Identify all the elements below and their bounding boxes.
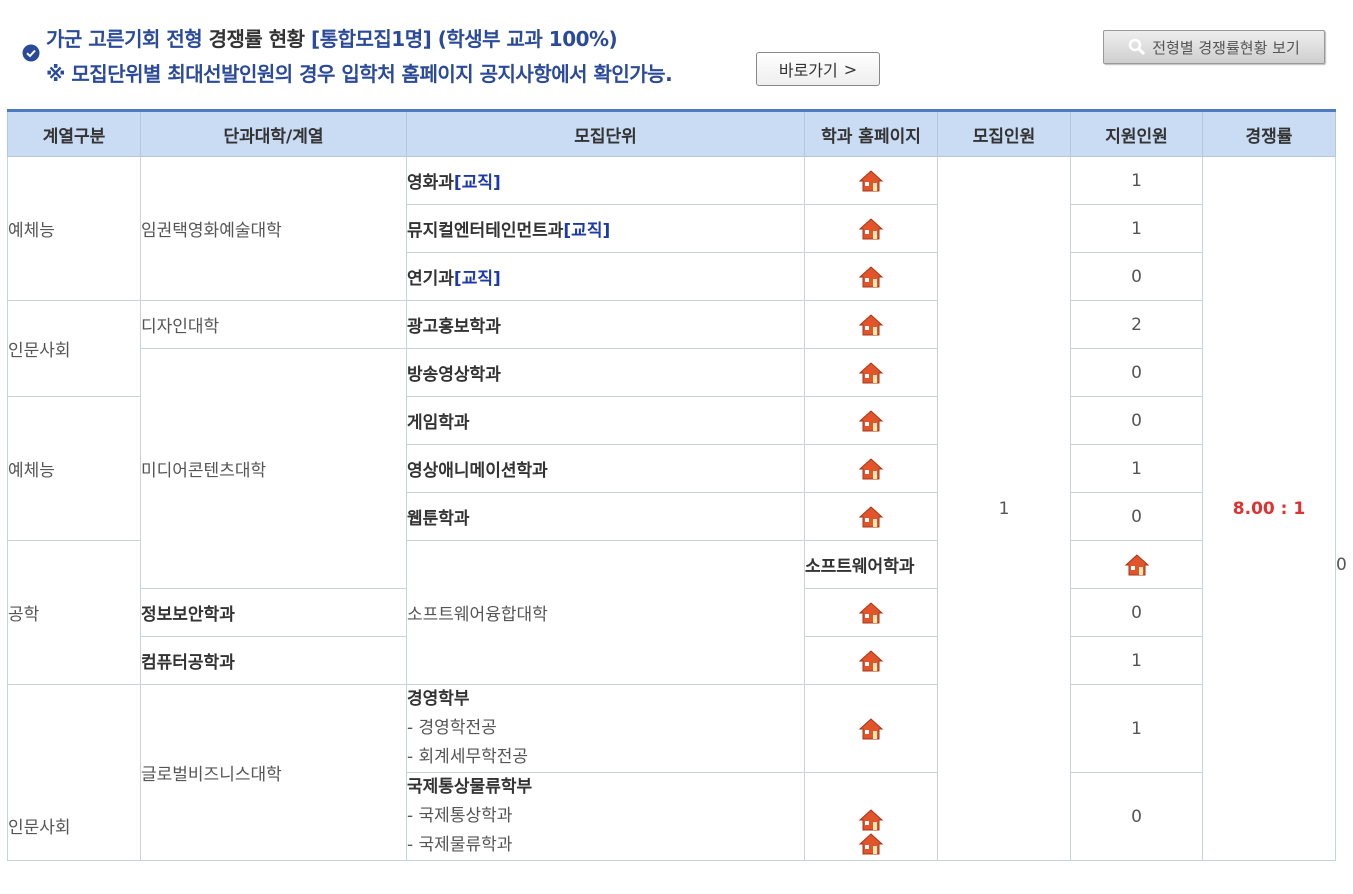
home-icon[interactable]: [858, 313, 884, 337]
home-link[interactable]: [804, 300, 938, 349]
unit-cell: 경영학부 - 경영학전공 - 회계세무학전공: [406, 684, 805, 773]
unit-cell: 소프트웨어학과: [804, 540, 938, 589]
competition-table: 계열구분 단과대학/계열 모집단위 학과 홈페이지 모집인원 지원인원 경쟁률 …: [7, 109, 1347, 861]
home-link[interactable]: [804, 684, 938, 773]
ratio-cell: 8.00 : 1: [1202, 156, 1336, 861]
applicants-cell: 1: [1070, 156, 1203, 205]
unit-cell: 웹툰학과: [406, 492, 805, 541]
home-link[interactable]: [804, 348, 938, 397]
college-cell: 미디어콘텐츠대학: [140, 348, 407, 589]
unit-cell: 영상애니메이션학과: [406, 444, 805, 493]
page-title: 가군 고른기회 전형 경쟁률 현황 [통합모집1명] (학생부 교과 100%): [46, 27, 618, 51]
unit-cell: 영화과[교직]: [406, 156, 805, 205]
home-icon[interactable]: [858, 457, 884, 481]
home-icon[interactable]: [858, 808, 884, 832]
home-icon[interactable]: [858, 361, 884, 385]
table-row: 예체능 임권택영화예술대학 영화과[교직] 1 1 8.00 : 1: [7, 156, 1336, 861]
table-row: 인문사회 디자인대학 광고홍보학과 2: [7, 300, 1336, 397]
home-link[interactable]: [804, 156, 938, 205]
column-header: 단과대학/계열: [140, 110, 407, 157]
check-circle-icon: [22, 44, 40, 62]
category-cell: 예체능: [7, 156, 141, 301]
category-cell: 예체능: [7, 396, 141, 541]
home-link[interactable]: [804, 772, 938, 861]
unit-cell: 정보보안학과: [140, 588, 407, 637]
home-icon[interactable]: [858, 169, 884, 193]
table-row: 미디어콘텐츠대학 방송영상학과 0: [8, 348, 1336, 589]
unit-cell: 게임학과: [406, 396, 805, 445]
column-header: 경쟁률: [1202, 110, 1336, 157]
column-header: 모집인원: [937, 110, 1071, 157]
category-cell: 공학: [7, 540, 141, 685]
home-icon[interactable]: [1124, 553, 1150, 577]
goto-button[interactable]: 바로가기 >: [756, 52, 880, 86]
unit-cell: 광고홍보학과: [406, 300, 805, 349]
unit-cell: 방송영상학과: [406, 348, 805, 397]
college-cell: 글로벌비즈니스대학: [140, 684, 407, 861]
applicants-cell: 1: [1070, 444, 1203, 493]
applicants-cell: 0: [1070, 348, 1203, 397]
home-icon[interactable]: [858, 265, 884, 289]
unit-cell: 컴퓨터공학과: [140, 636, 407, 685]
page-header: 가군 고른기회 전형 경쟁률 현황 [통합모집1명] (학생부 교과 100%)…: [0, 0, 1353, 110]
home-icon[interactable]: [858, 649, 884, 673]
home-icon[interactable]: [858, 832, 884, 856]
applicants-cell: 1: [1070, 204, 1203, 253]
home-icon[interactable]: [858, 409, 884, 433]
applicants-cell: 1: [1070, 636, 1203, 685]
home-link[interactable]: [804, 204, 938, 253]
unit-cell: 뮤지컬엔터테인먼트과[교직]: [406, 204, 805, 253]
home-icon[interactable]: [858, 217, 884, 241]
category-cell: 인문사회: [7, 684, 141, 861]
college-cell: 소프트웨어융합대학: [406, 540, 805, 685]
applicants-cell: 1: [1070, 684, 1203, 773]
home-link[interactable]: [804, 396, 938, 445]
applicants-cell: 0: [1070, 492, 1203, 541]
home-icon[interactable]: [858, 505, 884, 529]
column-header: 학과 홈페이지: [804, 110, 938, 157]
recruit-count-cell: 1: [937, 156, 1071, 861]
search-icon: [1129, 38, 1146, 56]
applicants-cell: 0: [1070, 252, 1203, 301]
home-link[interactable]: [804, 252, 938, 301]
unit-cell: 연기과[교직]: [406, 252, 805, 301]
column-header: 모집단위: [406, 110, 805, 157]
home-link[interactable]: [1070, 540, 1203, 589]
home-icon[interactable]: [858, 601, 884, 625]
college-cell: 임권택영화예술대학: [140, 156, 407, 301]
home-link[interactable]: [804, 588, 938, 637]
home-link[interactable]: [804, 492, 938, 541]
table-header-row: 계열구분 단과대학/계열 모집단위 학과 홈페이지 모집인원 지원인원 경쟁률: [7, 110, 1336, 157]
home-icon[interactable]: [858, 717, 884, 741]
home-link[interactable]: [804, 444, 938, 493]
table-row: 인문사회 글로벌비즈니스대학 경영학부 - 경영학전공 - 회계세무학전공 1: [7, 684, 1336, 861]
applicants-cell: 0: [1070, 588, 1203, 637]
applicants-cell: 2: [1070, 300, 1203, 349]
applicants-cell: 0: [1070, 772, 1203, 861]
chevron-right-icon: >: [843, 59, 858, 79]
college-cell: 디자인대학: [140, 300, 407, 349]
applicants-cell: 0: [1070, 396, 1203, 445]
column-header: 지원인원: [1070, 110, 1203, 157]
home-link[interactable]: [804, 636, 938, 685]
unit-cell: 국제통상물류학부 - 국제통상학과 - 국제물류학과: [406, 772, 805, 861]
notice-text: ※ 모집단위별 최대선발인원의 경우 입학처 홈페이지 공지사항에서 확인가능.: [46, 62, 673, 86]
category-cell: 인문사회: [7, 300, 141, 397]
view-competition-button[interactable]: 전형별 경쟁률현황 보기: [1103, 30, 1325, 64]
column-header: 계열구분: [7, 110, 141, 157]
